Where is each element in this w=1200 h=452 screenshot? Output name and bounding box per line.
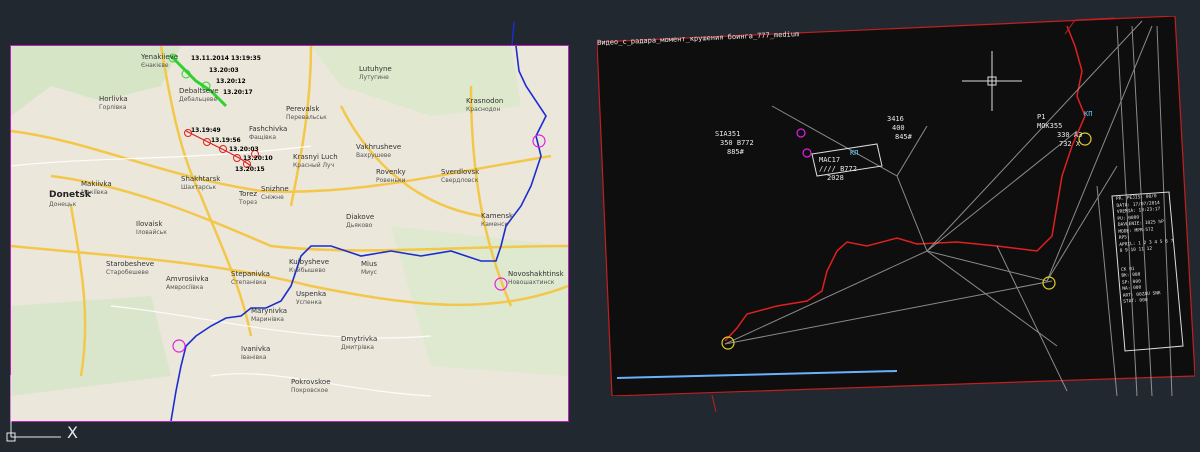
city-label: Kamensk (481, 212, 514, 220)
city-label-cyr: Лутугине (359, 74, 389, 81)
radar-tag-left: 885# (727, 148, 744, 156)
city-label: Horlivka (99, 95, 128, 103)
city-label: Marynivka (251, 307, 288, 315)
map-panel[interactable]: 13.11.2014 13:19:35 13.20:03 13.20:12 13… (10, 45, 569, 422)
radar-tag-right: MOK355 (1037, 122, 1063, 130)
radar-tag-right: P1 (1037, 113, 1046, 121)
track-red-label: 13.20:10 (243, 155, 273, 162)
city-label: Fashchivka (249, 125, 288, 133)
city-label: Mius (361, 260, 378, 268)
track-red-label: 13.20:15 (235, 166, 265, 173)
track-green-label: 13.20:03 (209, 67, 239, 74)
radar-tag-left: 350 B772 (720, 139, 754, 147)
city-label-cyr: Успенка (296, 299, 322, 306)
city-label-cyr: Миус (361, 269, 377, 276)
city-label-cyr: Єнакієве (141, 62, 169, 69)
radar-tag-left: SIA351 (715, 130, 741, 138)
city-label-cyr: Амвросіївка (166, 284, 204, 291)
city-label: Vakhrusheve (356, 143, 402, 151)
city-label: Perevalsk (286, 105, 320, 113)
city-label-cyr: Донецьк (49, 201, 77, 208)
radar-tag-right: 732 X (1059, 140, 1081, 148)
city-label: Uspenka (296, 290, 327, 298)
kp-label: КП (850, 149, 859, 157)
city-label-cyr: Фащівка (249, 134, 276, 141)
city-label: Dmytrivka (341, 335, 378, 343)
city-label-cyr: Вахрушеве (356, 152, 392, 159)
city-label-cyr: Покровское (291, 387, 329, 394)
city-label: Rovenky (376, 168, 406, 176)
city-label-cyr: Іванівка (241, 354, 267, 361)
city-label-cyr: Краснодон (466, 106, 501, 113)
ucs-x-label: X (67, 423, 78, 442)
track-green-label: 13.11.2014 13:19:35 (191, 55, 261, 62)
city-label: Lutuhyne (359, 65, 392, 73)
city-label-cyr: Дмитрівка (341, 344, 374, 351)
city-label: Starobesheve (106, 260, 155, 268)
track-red-label: 13.19:56 (211, 137, 241, 144)
city-label: Sverdlovsk (441, 168, 480, 176)
city-label: Pokrovskoe (291, 378, 331, 386)
track-red-label: 13.19:49 (191, 127, 221, 134)
city-label-cyr: Сніжне (261, 194, 284, 201)
track-green-label: 13.20:12 (216, 78, 246, 85)
radar-tag-center: //// B772 (819, 165, 857, 173)
radar-canvas (597, 16, 1195, 396)
city-label: Stepanivka (231, 270, 270, 278)
radar-tag-right: 330 A3 (1057, 131, 1083, 139)
radar-tag-center: 2028 (827, 174, 844, 182)
city-label-cyr: Старобешеве (106, 269, 149, 276)
city-label: Amvrosiivka (166, 275, 209, 283)
city-label-cyr: Перевальськ (286, 114, 327, 121)
ucs-icon: X (3, 375, 83, 447)
city-label: Makiivka (81, 180, 112, 188)
city-label: Ivanivka (241, 345, 271, 353)
radar-info-panel: PR. PEJIS: 00/0 DATA: 17/07/2014 VREMIA:… (1116, 194, 1183, 307)
city-label-cyr: Шахтарськ (181, 184, 217, 191)
city-label-cyr: Свердловск (441, 177, 479, 184)
radar-tag-upper: 3416 (887, 115, 904, 123)
city-label-cyr: Куйбышево (289, 267, 326, 274)
city-label-cyr: Дебальцеве (179, 96, 218, 103)
city-label-cyr: Дьяково (346, 222, 373, 229)
city-label-cyr: Степанівка (231, 279, 267, 286)
city-label-cyr: Макіївка (81, 189, 108, 196)
city-label: Torez (239, 190, 258, 198)
city-label: Ilovaisk (136, 220, 163, 228)
radar-panel[interactable]: Видео_с_радара_момент_крушения боинга_77… (597, 16, 1195, 396)
city-label: Shakhtarsk (181, 175, 221, 183)
radar-tag-upper: 400 (892, 124, 905, 132)
city-label: Krasnodon (466, 97, 504, 105)
city-label: Diakove (346, 213, 375, 221)
city-label-cyr: Красный Луч (293, 162, 335, 169)
city-label: Novoshakhtinsk (508, 270, 564, 278)
city-label: Yenakiieve (141, 53, 179, 61)
track-green-label: 13.20:17 (223, 89, 253, 96)
city-label: Snizhne (261, 185, 289, 193)
city-label: Debaltseve (179, 87, 219, 95)
city-label-cyr: Горлівка (99, 104, 127, 111)
city-label: Krasnyi Luch (293, 153, 338, 161)
city-label-cyr: Ровеньки (376, 177, 406, 184)
city-label-cyr: Каменск (481, 221, 508, 228)
kp-label: КП (1084, 110, 1093, 118)
radar-tag-upper: 845# (895, 133, 912, 141)
city-label-cyr: Торез (239, 199, 258, 206)
track-red-label: 13.20:03 (229, 146, 259, 153)
radar-tag-center: MAC17 (819, 156, 841, 164)
city-label-cyr: Іловайськ (136, 229, 167, 236)
city-label: Kuibysheve (289, 258, 330, 266)
city-label-cyr: Маринівка (251, 316, 284, 323)
city-label-cyr: Новошахтинск (508, 279, 555, 286)
